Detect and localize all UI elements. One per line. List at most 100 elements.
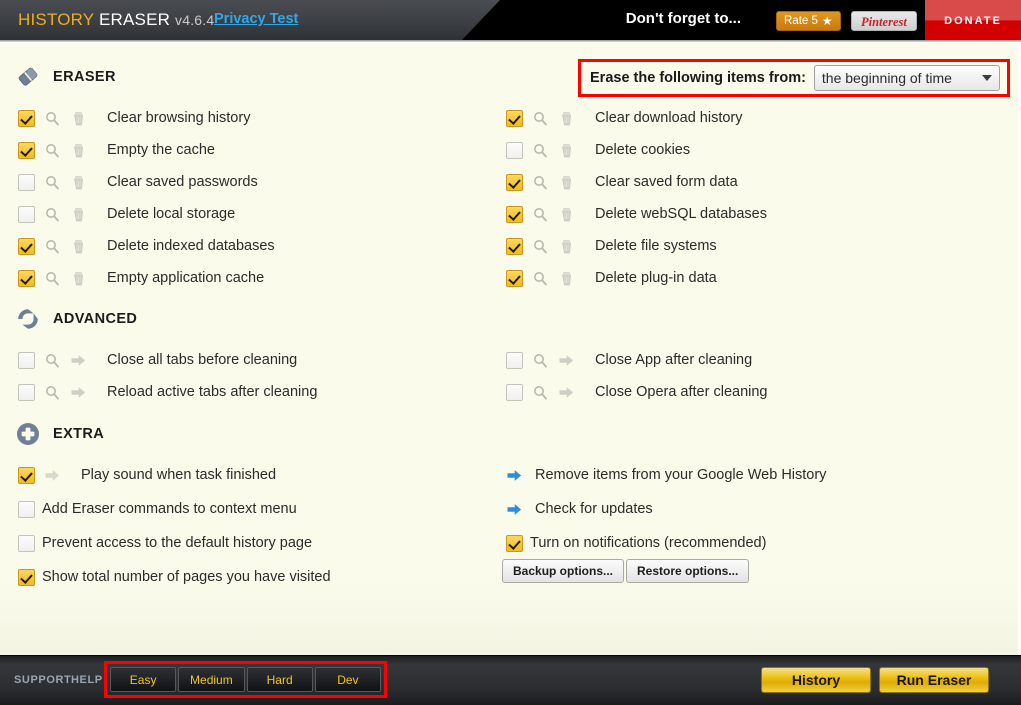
magnifier-icon[interactable]	[44, 270, 61, 287]
option-label: Delete local storage	[107, 206, 235, 222]
magnifier-icon[interactable]	[532, 110, 549, 127]
trash-icon[interactable]	[558, 270, 575, 287]
trash-icon[interactable]	[70, 174, 87, 191]
magnifier-icon[interactable]	[532, 384, 549, 401]
app-version: v4.6.4	[175, 12, 214, 28]
trash-icon[interactable]	[70, 142, 87, 159]
option-label: Empty the cache	[107, 142, 215, 158]
trash-icon[interactable]	[558, 110, 575, 127]
action-link-row[interactable]: Remove items from your Google Web Histor…	[506, 464, 826, 486]
difficulty-level-group: EasyMediumHardDev	[104, 661, 387, 698]
privacy-test-link[interactable]: Privacy Test	[214, 11, 298, 27]
option-label: Delete indexed databases	[107, 238, 275, 254]
arrow-right-icon	[70, 384, 87, 401]
eraser-left-checkbox-5[interactable]	[18, 270, 35, 287]
option-label: Empty application cache	[107, 270, 264, 286]
section-header-advanced: ADVANCED	[14, 305, 137, 333]
rate-5-button[interactable]: Rate 5 ★	[776, 11, 841, 31]
help-link[interactable]: HELP	[71, 674, 103, 686]
pinterest-button[interactable]: Pinterest	[851, 11, 917, 31]
run-eraser-button[interactable]: Run Eraser	[879, 667, 989, 693]
eraser-right-checkbox-1[interactable]	[506, 142, 523, 159]
eraser-left-checkbox-2[interactable]	[18, 174, 35, 191]
trash-icon[interactable]	[558, 206, 575, 223]
extra-left-checkbox-3[interactable]	[18, 569, 35, 586]
action-link-row[interactable]: Check for updates	[506, 498, 653, 520]
advanced-right-checkbox-0[interactable]	[506, 352, 523, 369]
chevron-down-icon	[982, 75, 992, 81]
magnifier-icon[interactable]	[532, 206, 549, 223]
magnifier-icon[interactable]	[44, 206, 61, 223]
eraser-left-checkbox-1[interactable]	[18, 142, 35, 159]
option-row: Clear saved form data	[506, 171, 738, 193]
option-row: Reload active tabs after cleaning	[18, 381, 317, 403]
trash-icon[interactable]	[70, 110, 87, 127]
magnifier-icon[interactable]	[44, 110, 61, 127]
app-header: HISTORY ERASER v4.6.4 Privacy Test Don't…	[0, 0, 1021, 42]
eraser-left-checkbox-0[interactable]	[18, 110, 35, 127]
magnifier-icon[interactable]	[44, 174, 61, 191]
magnifier-icon[interactable]	[532, 352, 549, 369]
eraser-right-checkbox-2[interactable]	[506, 174, 523, 191]
support-link[interactable]: SUPPORT	[14, 674, 71, 686]
option-label: Delete cookies	[595, 142, 690, 158]
trash-icon[interactable]	[558, 174, 575, 191]
option-row: Delete indexed databases	[18, 235, 275, 257]
trash-icon[interactable]	[558, 142, 575, 159]
backup-options-button[interactable]: Backup options...	[502, 559, 624, 583]
magnifier-icon[interactable]	[44, 142, 61, 159]
extra-left-column: Play sound when task finishedAdd Eraser …	[18, 464, 488, 614]
advanced-right-checkbox-1[interactable]	[506, 384, 523, 401]
level-button-easy[interactable]: Easy	[110, 667, 176, 692]
magnifier-icon[interactable]	[44, 384, 61, 401]
magnifier-icon[interactable]	[532, 142, 549, 159]
advanced-left-checkbox-0[interactable]	[18, 352, 35, 369]
level-button-medium[interactable]: Medium	[178, 667, 244, 692]
erase-from-panel: Erase the following items from: the begi…	[578, 59, 1010, 97]
magnifier-icon[interactable]	[532, 174, 549, 191]
section-header-extra: EXTRA	[14, 420, 104, 448]
history-button[interactable]: History	[761, 667, 871, 693]
notifications-checkbox[interactable]	[506, 535, 523, 552]
advanced-left-column: Close all tabs before cleaning Reload act…	[18, 349, 488, 419]
time-range-dropdown[interactable]: the beginning of time	[814, 65, 1000, 91]
restore-options-button[interactable]: Restore options...	[626, 559, 749, 583]
section-header-eraser: ERASER	[14, 63, 116, 91]
option-row: Turn on notifications (recommended)	[506, 532, 766, 554]
eraser-left-checkbox-3[interactable]	[18, 206, 35, 223]
refresh-cycle-icon	[14, 305, 42, 333]
advanced-left-checkbox-1[interactable]	[18, 384, 35, 401]
extra-right-column: Remove items from your Google Web Histor…	[506, 464, 976, 614]
trash-icon[interactable]	[70, 238, 87, 255]
trash-icon[interactable]	[70, 206, 87, 223]
eraser-right-checkbox-0[interactable]	[506, 110, 523, 127]
trash-icon[interactable]	[558, 238, 575, 255]
trash-icon[interactable]	[70, 270, 87, 287]
eraser-icon	[14, 63, 42, 91]
donate-button[interactable]: DONATE	[925, 0, 1021, 42]
option-label: Close App after cleaning	[595, 352, 752, 368]
eraser-right-checkbox-3[interactable]	[506, 206, 523, 223]
extra-left-checkbox-1[interactable]	[18, 501, 35, 518]
eraser-right-checkbox-4[interactable]	[506, 238, 523, 255]
option-row: Empty application cache	[18, 267, 264, 289]
extra-left-checkbox-2[interactable]	[18, 535, 35, 552]
magnifier-icon[interactable]	[44, 352, 61, 369]
eraser-left-column: Clear browsing historyEmpty the cacheCle…	[18, 107, 488, 307]
option-label: Close all tabs before cleaning	[107, 352, 297, 368]
magnifier-icon[interactable]	[44, 238, 61, 255]
eraser-right-checkbox-5[interactable]	[506, 270, 523, 287]
extra-left-checkbox-0[interactable]	[18, 467, 35, 484]
option-label: Add Eraser commands to context menu	[42, 501, 297, 517]
level-button-hard[interactable]: Hard	[247, 667, 313, 692]
arrow-right-icon	[44, 467, 61, 484]
option-label: Delete webSQL databases	[595, 206, 767, 222]
magnifier-icon[interactable]	[532, 238, 549, 255]
header-divider	[0, 40, 1021, 42]
level-button-dev[interactable]: Dev	[315, 667, 381, 692]
magnifier-icon[interactable]	[532, 270, 549, 287]
option-label: Delete plug-in data	[595, 270, 717, 286]
rate-5-label: Rate 5	[784, 11, 818, 31]
eraser-left-checkbox-4[interactable]	[18, 238, 35, 255]
brand-history-text: HISTORY	[18, 10, 94, 29]
